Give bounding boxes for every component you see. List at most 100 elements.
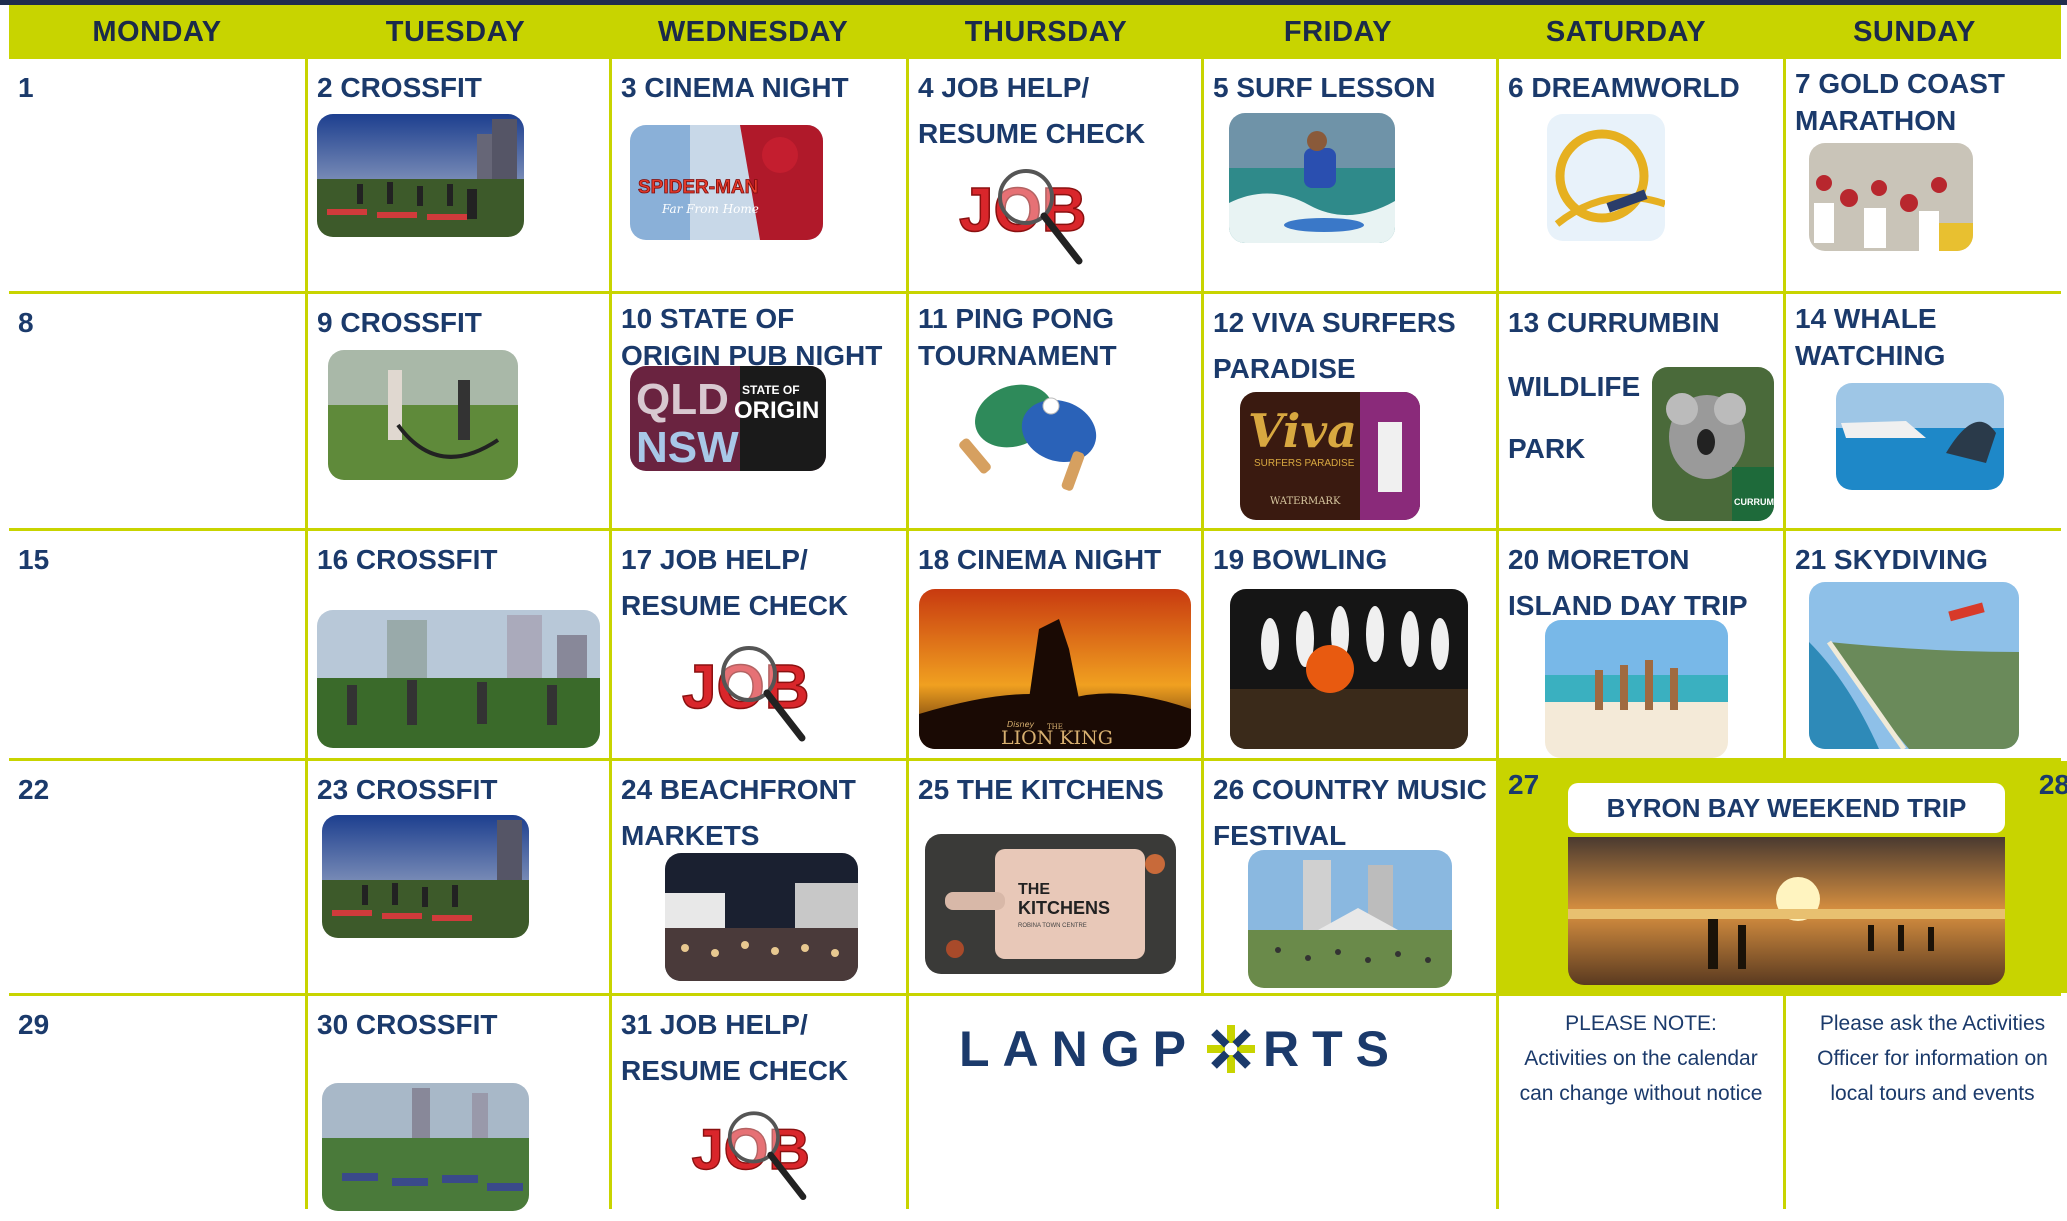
note-line: Activities on the calendar [1524,1047,1758,1070]
day-cell-9: 9 CROSSFIT [308,294,609,528]
note-line: Please ask the Activities [1819,1012,2046,1035]
header-sunday: SUNDAY [1853,15,1976,48]
lion-king-poster: Disney THE LION KING [919,589,1191,749]
note-cell-right: Please ask the Activities Officer for in… [1786,996,2067,1221]
job-icon: JOB [954,149,1094,269]
note-cell-left: PLEASE NOTE: Activities on the calendar … [1499,996,1783,1221]
day-cell-1: 1 [9,59,305,291]
state-of-origin-logo: QLD NSW STATE OF ORIGIN [630,366,826,471]
note-line: PLEASE NOTE: [1565,1012,1717,1035]
day-title: 13 CURRUMBIN [1508,307,1720,338]
day-title: 12 VIVA SURFERS PARADISE [1213,307,1456,384]
logo-text-part2: RTS [1263,1021,1402,1077]
ping-pong-icon [959,376,1109,496]
spiderman-subtitle: Far From Home [661,202,759,216]
viva-title: Viva [1248,404,1357,458]
kitchens-subtitle: ROBINA TOWN CENTRE [1018,923,1087,929]
day-title: 31 JOB HELP/ RESUME CHECK [621,1009,849,1086]
header-saturday: SATURDAY [1545,15,1707,48]
crossfit-photo [322,1083,529,1211]
day-title: 3 CINEMA NIGHT [621,72,849,103]
spiderman-poster: SPIDER-MAN Far From Home [630,125,823,240]
day-cell-12: 12 VIVA SURFERS PARADISE Viva SURFERS PA… [1204,294,1496,528]
day-title: 19 BOWLING [1213,544,1388,575]
logo-text-part1: LANGP [959,1021,1199,1077]
markets-photo [665,853,858,981]
langports-logo: LANGP RTS [959,1021,1439,1077]
crossfit-photo [322,815,529,938]
day-title: 16 CROSSFIT [317,544,498,575]
day-cell-29: 29 [9,996,305,1221]
day-title: 5 SURF LESSON [1213,72,1436,103]
header-wednesday: WEDNESDAY [657,15,849,48]
watermark-text: WATERMARK [1270,496,1341,507]
day-cell-22: 22 [9,761,305,993]
crossfit-photo [317,610,600,748]
whale-photo [1836,383,2004,490]
day-title: 17 JOB HELP/ RESUME CHECK [621,544,849,621]
day-cell-6: 6 DREAMWORLD [1499,59,1783,291]
bowling-photo [1230,589,1468,749]
header-monday: MONDAY [92,15,222,48]
day-title: 21 SKYDIVING [1795,544,1988,575]
day-cell-20: 20 MORETON ISLAND DAY TRIP [1499,531,1783,758]
day-title: 7 GOLD COAST MARATHON [1795,68,2006,136]
day-title-27: 27 [1508,769,1540,800]
day-title: 20 MORETON ISLAND DAY TRIP [1508,544,1748,621]
day-title: 9 CROSSFIT [317,307,482,338]
day-cell-13: 13 CURRUMBIN WILDLIFE PARK CURRUMBIN [1499,294,1783,528]
koala-photo: CURRUMBIN [1652,367,1774,521]
day-title: 15 [18,544,50,575]
surf-photo [1229,113,1395,243]
day-cell-10: 10 STATE OF ORIGIN PUB NIGHT QLD NSW STA… [612,294,906,528]
logo-cell: LANGP RTS [909,996,1496,1221]
day-cell-30: 30 CROSSFIT [308,996,609,1221]
day-cell-15: 15 [9,531,305,758]
day-title: 26 COUNTRY MUSIC FESTIVAL [1213,774,1487,851]
calendar-grid: 1 2 CROSSFIT 3 CINEMA NIGHT SPIDER-MAN F… [9,59,2067,1221]
nsw-text: NSW [636,423,739,471]
day-cell-23: 23 CROSSFIT [308,761,609,993]
origin-top-text: STATE OF [742,383,800,397]
weekend-trip-banner: BYRON BAY WEEKEND TRIP [1568,783,2005,833]
day-cell-26: 26 COUNTRY MUSIC FESTIVAL [1204,761,1496,993]
note-line: can change without notice [1519,1082,1763,1105]
day-title: 8 [18,307,34,338]
day-title: 6 DREAMWORLD [1508,72,1740,103]
day-title: 2 CROSSFIT [317,72,482,103]
day-cell-2: 2 CROSSFIT [308,59,609,291]
festival-photo [1248,850,1452,988]
day-title: 1 [18,72,34,103]
day-title: 10 STATE OF ORIGIN PUB NIGHT [621,303,883,371]
lion-king-title: LION KING [1001,727,1113,749]
day-cell-17: 17 JOB HELP/ RESUME CHECK JOB [612,531,906,758]
day-title: 30 CROSSFIT [317,1009,498,1040]
crossfit-photo [328,350,518,480]
weekend-trip-cell: 27 28 BYRON BAY WEEKEND TRIP [1499,761,2067,993]
kitchens-the: THE [1018,881,1050,898]
header-tuesday: TUESDAY [385,15,526,48]
day-title: 23 CROSSFIT [317,774,498,805]
day-title: 25 THE KITCHENS [918,774,1164,805]
byron-bay-photo [1568,837,2005,985]
viva-subtitle: SURFERS PARADISE [1254,458,1355,469]
spiderman-title: SPIDER-MAN [638,177,758,198]
currumbin-text: CURRUMBIN [1734,497,1774,507]
day-cell-7: 7 GOLD COAST MARATHON [1786,59,2067,291]
header-thursday: THURSDAY [964,15,1128,48]
day-title: 22 [18,774,50,805]
please-note-text: PLEASE NOTE: Activities on the calendar … [1499,1006,1783,1111]
day-cell-4: 4 JOB HELP/ RESUME CHECK JOB [909,59,1201,291]
day-cell-14: 14 WHALE WATCHING [1786,294,2067,528]
rollercoaster-photo [1547,114,1665,241]
origin-text: ORIGIN [734,397,819,424]
qld-text: QLD [636,375,729,424]
kitchens-logo: THE KITCHENS ROBINA TOWN CENTRE [925,834,1176,974]
day-title-28: 28 [2038,769,2067,800]
day-cell-5: 5 SURF LESSON [1204,59,1496,291]
skydiving-photo [1809,582,2019,749]
crossfit-photo [317,114,524,237]
day-title: 18 CINEMA NIGHT [918,544,1162,575]
kitchens-title: KITCHENS [1018,898,1110,918]
header-friday: FRIDAY [1283,15,1393,48]
